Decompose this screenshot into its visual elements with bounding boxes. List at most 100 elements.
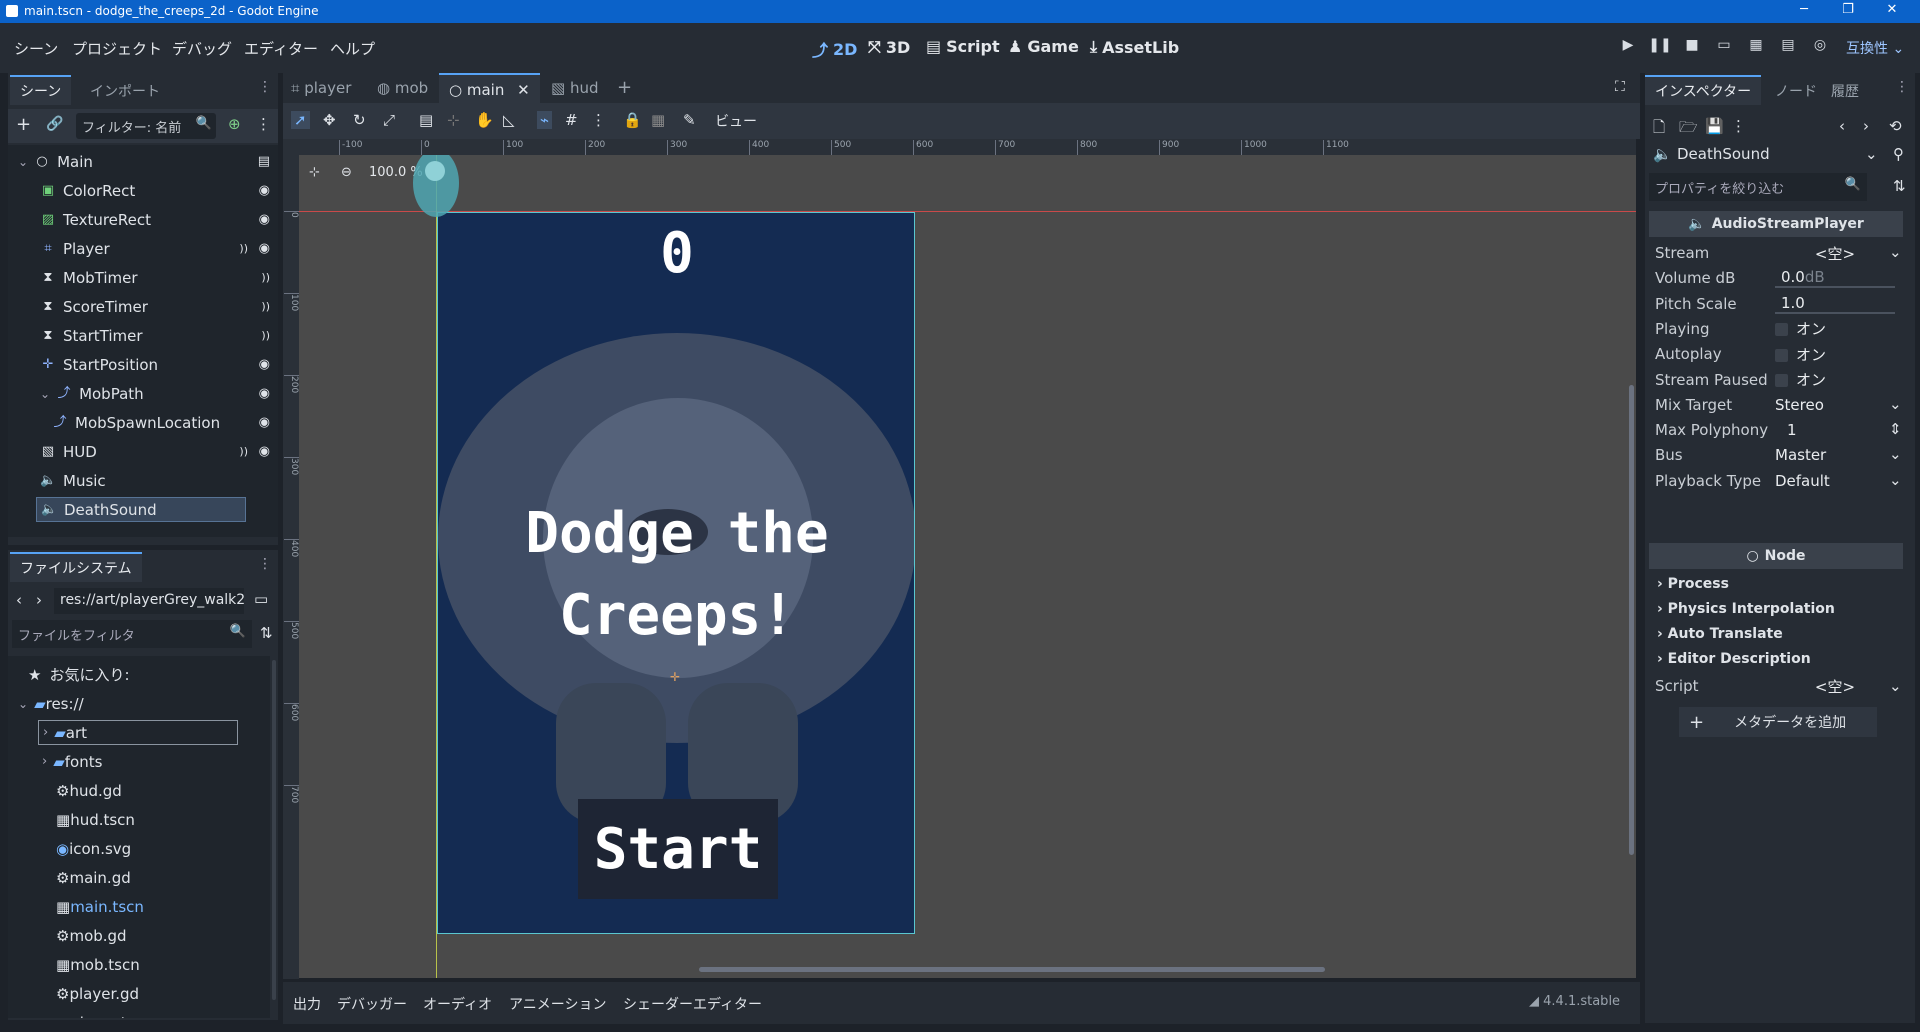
checkbox[interactable] [1775,323,1788,337]
scene-node-main[interactable]: ⌄ ○ Main ▤ [8,147,278,176]
snap-options-icon[interactable]: ⋮ [591,111,606,129]
file-item[interactable]: ▦ main.tscn [8,892,270,921]
scene-node-scoretimer[interactable]: ⧗ ScoreTimer)) [8,292,278,321]
chevron-right-icon[interactable]: › [43,725,48,740]
file-item[interactable]: ⚙ player.gd [8,979,270,1008]
dock-menu-icon[interactable]: ⋮ [258,79,272,95]
pan-tool-icon[interactable]: ✋ [475,111,494,129]
tab-debugger[interactable]: デバッガー [337,994,407,1014]
scene-node-music[interactable]: 🔈 Music [8,466,278,495]
script-value[interactable]: <空> [1775,676,1895,697]
visibility-eye-icon[interactable]: ◉ [259,241,270,256]
file-item[interactable]: ◉ icon.svg [8,834,270,863]
canvas-hscrollbar[interactable] [699,967,1325,972]
chevron-down-icon[interactable]: ⌄ [1889,677,1902,695]
workspace-2d-button[interactable]: ⤴ 2D [812,37,857,61]
center-view-icon[interactable]: ⊹ [309,165,320,180]
maximize-button[interactable]: ❐ [1828,2,1868,17]
tab-shader-editor[interactable]: シェーダーエディター [623,994,762,1014]
scene-node-player[interactable]: ⌗ Player)) ◉ [8,234,278,263]
script-icon[interactable]: ▤ [258,154,270,169]
visibility-eye-icon[interactable]: ◉ [259,183,270,198]
tab-audio[interactable]: オーディオ [423,994,492,1014]
property-value[interactable]: Master [1775,446,1895,464]
chevron-down-icon[interactable]: ⌄ [1889,445,1902,463]
back-icon[interactable]: ‹ [16,591,22,609]
add-node-icon[interactable]: + [16,114,31,135]
rotate-tool-icon[interactable]: ↻ [353,111,366,129]
scene-node-hud[interactable]: ▧ HUD)) ◉ [8,437,278,466]
history-forward-icon[interactable]: › [1863,117,1869,135]
scale-tool-icon[interactable]: ⤢ [383,111,395,129]
group-physics-interpolation[interactable]: › Physics Interpolation [1657,601,1835,617]
smart-snap-icon[interactable]: ⌁ [537,111,553,129]
visibility-eye-icon[interactable]: ◉ [259,444,270,459]
close-icon[interactable]: ✕ [517,81,530,99]
tab-mob[interactable]: ◍ mob [377,79,428,97]
menu-editor[interactable]: エディター [244,38,318,59]
menu-project[interactable]: プロジェクト [72,38,162,59]
chevron-down-icon[interactable]: ⌄ [1889,471,1902,489]
tab-scene[interactable]: シーン [10,75,72,105]
skeleton-icon[interactable]: ✎ [683,111,696,129]
node-help-icon[interactable]: ⚲ [1893,145,1904,163]
spinner-icon[interactable]: ⇕ [1889,420,1902,438]
property-value[interactable]: オン [1775,369,1895,390]
menu-debug[interactable]: デバッグ [172,38,232,59]
resource-options-icon[interactable]: ⋮ [1731,117,1746,135]
signal-icon[interactable]: )) [261,300,270,313]
property-value[interactable]: 0.0dB [1775,268,1895,289]
property-value[interactable]: <空> [1775,243,1895,264]
history-back-icon[interactable]: ‹ [1839,117,1845,135]
group-icon[interactable]: ▦ [651,111,665,129]
object-history-icon[interactable]: ⟲ [1889,117,1902,135]
workspace-script-button[interactable]: ▤ Script [926,37,1000,56]
visibility-eye-icon[interactable]: ◉ [259,212,270,227]
file-item[interactable]: ⚙ main.gd [8,863,270,892]
instance-scene-icon[interactable]: 🔗 [46,116,63,132]
scene-node-mobspawnlocation[interactable]: ⤴ MobSpawnLocation ◉ [8,408,278,437]
scene-node-deathsound[interactable]: 🔈 DeathSound [8,495,278,524]
scene-node-colorrect[interactable]: ▣ ColorRect ◉ [8,176,278,205]
property-value[interactable]: 1 [1775,421,1895,439]
scene-node-startposition[interactable]: ✛ StartPosition ◉ [8,350,278,379]
ruler-tool-icon[interactable]: ◺ [503,111,515,129]
scene-options-icon[interactable]: ⋮ [256,115,271,133]
sort-icon[interactable]: ⇅ [260,624,273,642]
signal-icon[interactable]: )) [239,445,248,458]
filter-options-icon[interactable]: ⇅ [1893,177,1906,195]
distraction-free-icon[interactable]: ⛶ [1615,79,1625,95]
group-editor-description[interactable]: › Editor Description [1657,651,1811,667]
property-value[interactable]: Default [1775,472,1895,490]
dock-menu-icon[interactable]: ⋮ [1895,79,1909,95]
scene-filter-input[interactable]: フィルター: 名前 🔍 [76,113,216,139]
file-item[interactable]: › ▰ fonts [8,747,270,776]
tab-animation[interactable]: アニメーション [509,994,606,1014]
file-item[interactable]: ▦player.tscn [8,1008,270,1019]
tab-hud[interactable]: ▧ hud [551,79,599,97]
property-filter-input[interactable]: プロパティを絞り込む 🔍 [1649,173,1867,201]
tab-output[interactable]: 出力 [293,994,321,1014]
minimize-button[interactable]: ─ [1784,2,1824,17]
stop-icon[interactable]: ■ [1680,37,1704,57]
path-field[interactable]: res://art/playerGrey_walk2 [54,588,244,614]
scene-node-mobpath[interactable]: ⌄ ⤴ MobPath ◉ [8,379,278,408]
file-scrollbar[interactable] [272,660,276,1000]
file-item[interactable]: ▦ mob.tscn [8,950,270,979]
file-item[interactable]: ▦ hud.tscn [8,805,270,834]
lock-icon[interactable]: 🔒 [623,111,642,129]
play-scene-icon[interactable]: ▦ [1744,37,1768,57]
inspector-node-selector[interactable]: 🔈 DeathSound ⌄ ⚲ [1645,139,1915,169]
chevron-right-icon[interactable]: › [42,754,47,769]
play-icon[interactable]: ▶ [1616,37,1640,57]
signal-icon[interactable]: )) [261,329,270,342]
tab-inspector[interactable]: インスペクター [1645,75,1762,105]
property-value[interactable]: Stereo [1775,396,1895,414]
grid-snap-icon[interactable]: # [565,111,578,129]
movie-maker-icon[interactable]: ◎ [1808,37,1832,57]
checkbox[interactable] [1775,348,1788,362]
file-item[interactable]: › ▰ art [8,718,270,747]
tab-main[interactable]: ○ main ✕ [439,73,540,103]
split-mode-icon[interactable]: ▭ [254,590,268,608]
pivot-tool-icon[interactable]: ⊹ [447,111,460,129]
